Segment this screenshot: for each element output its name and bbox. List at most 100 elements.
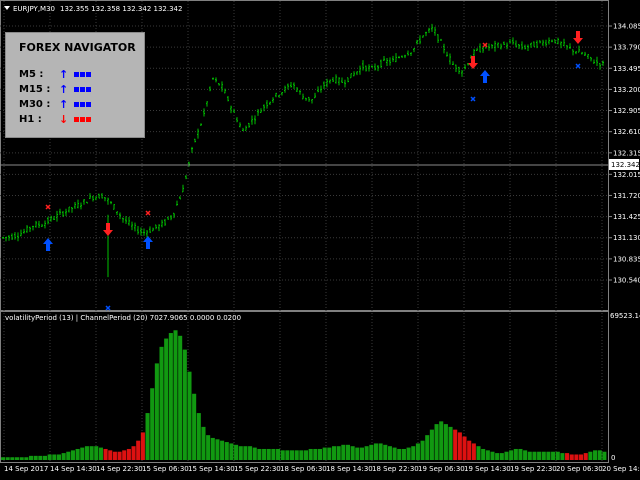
- histogram-bar: [262, 448, 267, 460]
- strength-square-icon: [86, 87, 91, 92]
- histogram-bar: [467, 440, 472, 460]
- strength-squares: [74, 102, 91, 107]
- histogram-bar: [98, 447, 103, 460]
- histogram-bar: [47, 454, 52, 460]
- buy-arrow-icon: [43, 238, 53, 251]
- time-tick-label: 15 Sep 06:30: [142, 465, 189, 473]
- histogram-bar: [182, 349, 187, 460]
- histogram-bar: [294, 450, 299, 460]
- histogram-bar: [443, 424, 448, 460]
- exit-cross-icon: [470, 96, 476, 102]
- histogram-bar: [280, 450, 285, 460]
- sell-arrow-icon: [573, 31, 583, 44]
- exit-cross-icon: [105, 305, 111, 311]
- histogram-bar: [299, 450, 304, 460]
- histogram-bar: [579, 454, 584, 460]
- navigator-timeframe-label: M5 :: [19, 69, 44, 80]
- time-tick-label: 14 Sep 22:30: [96, 465, 143, 473]
- histogram-bar: [66, 451, 71, 460]
- histogram-bar: [1, 457, 6, 460]
- histogram-bar: [10, 457, 15, 460]
- navigator-row: H1 : ↓: [19, 113, 139, 126]
- histogram-bar: [369, 444, 374, 460]
- navigator-title: FOREX NAVIGATOR: [19, 41, 136, 54]
- time-tick-label: 19 Sep 14:30: [464, 465, 511, 473]
- histogram-bar: [569, 454, 574, 460]
- histogram-bar: [89, 446, 94, 460]
- histogram-bar: [252, 447, 257, 460]
- histogram-bar: [5, 457, 10, 460]
- histogram-bar: [168, 333, 173, 460]
- histogram-bar: [457, 432, 462, 460]
- navigator-timeframe-label: M30 :: [19, 99, 51, 110]
- indicator-histogram: [1, 330, 607, 460]
- histogram-bar: [178, 335, 183, 460]
- dropdown-triangle-icon[interactable]: [4, 6, 10, 10]
- histogram-bar: [322, 447, 327, 460]
- symbol-label: EURJPY,M30: [13, 5, 55, 13]
- time-axis: 14 Sep 2017 14 Sep 14:30 14 Sep 22:30 15 Se…: [4, 465, 640, 473]
- navigator-row: M30 : ↑: [19, 98, 139, 111]
- histogram-bar: [117, 451, 122, 460]
- price-tick-label: 131.130: [613, 234, 640, 242]
- histogram-bar: [364, 446, 369, 460]
- histogram-bar: [145, 413, 150, 460]
- price-tick-label: 132.610: [613, 128, 640, 136]
- buy-arrow-icon: [480, 70, 490, 83]
- histogram-bar: [532, 451, 537, 460]
- histogram-bar: [243, 446, 248, 460]
- histogram-bar: [257, 448, 262, 460]
- strength-square-icon: [74, 117, 79, 122]
- histogram-bar: [378, 443, 383, 460]
- forex-navigator-panel: FOREX NAVIGATOR M5 : ↑ M15 : ↑ M30 : ↑ H1 : ↓: [5, 32, 145, 138]
- histogram-bar: [331, 446, 337, 460]
- histogram-bar: [495, 453, 500, 460]
- histogram-bar: [220, 440, 225, 460]
- histogram-bar: [481, 448, 486, 460]
- histogram-bar: [546, 451, 551, 460]
- histogram-bar: [448, 426, 453, 460]
- histogram-bar: [150, 388, 155, 460]
- histogram-bar: [313, 448, 318, 460]
- histogram-bar: [290, 450, 295, 460]
- histogram-bar: [504, 451, 509, 460]
- price-tick-label: 131.425: [613, 213, 640, 221]
- histogram-bar: [420, 440, 425, 460]
- histogram-bar: [28, 455, 34, 460]
- histogram-bar: [80, 447, 85, 460]
- strength-square-icon: [80, 87, 85, 92]
- histogram-bar: [513, 448, 518, 460]
- histogram-bar: [471, 443, 476, 460]
- sell-arrow-icon: [103, 223, 113, 236]
- price-tick-label: 131.720: [613, 192, 640, 200]
- price-tick-label: 132.315: [613, 149, 640, 157]
- price-tick-label: 134.085: [613, 23, 640, 31]
- histogram-bar: [336, 446, 341, 460]
- time-tick-label: 15 Sep 22:30: [234, 465, 281, 473]
- up-arrow-icon: ↑: [59, 68, 69, 81]
- histogram-bar: [551, 451, 556, 460]
- histogram-bar: [192, 393, 197, 460]
- histogram-bar: [271, 448, 276, 460]
- strength-square-icon: [86, 72, 91, 77]
- histogram-bar: [215, 439, 220, 460]
- navigator-row: M5 : ↑: [19, 68, 139, 81]
- histogram-bar: [327, 447, 332, 460]
- histogram-bar: [140, 432, 145, 460]
- histogram-bar: [397, 448, 402, 460]
- histogram-bar: [234, 444, 239, 460]
- strength-square-icon: [74, 102, 79, 107]
- histogram-bar: [345, 444, 351, 460]
- histogram-bar: [159, 346, 164, 460]
- histogram-bar: [103, 448, 108, 460]
- ohlc-label: 132.355 132.358 132.342 132.342: [60, 5, 182, 13]
- histogram-bar: [84, 446, 89, 460]
- navigator-row: M15 : ↑: [19, 83, 139, 96]
- histogram-bar: [434, 424, 439, 460]
- strength-square-icon: [86, 117, 91, 122]
- up-arrow-icon: ↑: [59, 83, 69, 96]
- histogram-bar: [518, 448, 523, 460]
- exit-cross-icon: [145, 210, 151, 216]
- strength-square-icon: [74, 87, 79, 92]
- up-arrow-icon: ↑: [59, 98, 69, 111]
